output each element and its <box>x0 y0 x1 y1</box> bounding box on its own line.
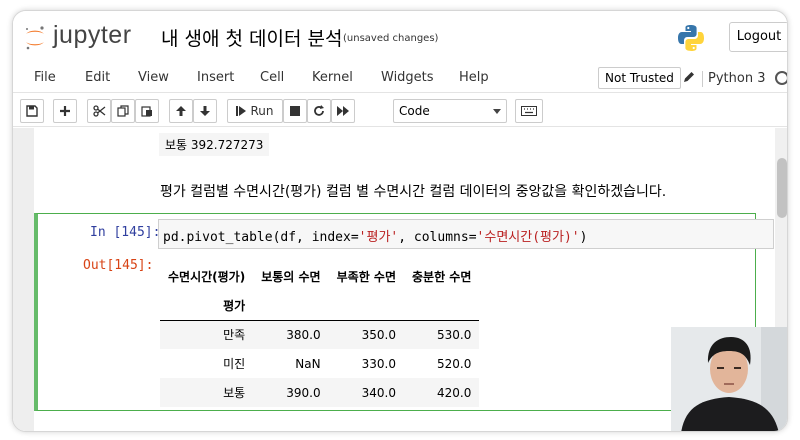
empty-header <box>253 291 329 321</box>
code-string-columns: '수면시간(평가)' <box>476 230 580 245</box>
move-up-button[interactable] <box>169 99 193 123</box>
logout-button[interactable]: Logout <box>729 22 787 52</box>
plus-icon <box>60 106 70 116</box>
column-header: 충분한 수면 <box>412 270 472 284</box>
kernel-status-icon <box>775 71 787 85</box>
menu-widgets[interactable]: Widgets <box>381 70 434 85</box>
notebook-page: 보통 392.727273 평가 컬럼별 수면시간(평가) 컬럼 별 수면시간 … <box>34 128 775 431</box>
save-status: (unsaved changes) <box>343 33 439 44</box>
code-editor[interactable]: pd.pivot_table(df, index='평가', columns='… <box>158 219 774 249</box>
arrow-down-icon <box>200 106 210 116</box>
menu-insert[interactable]: Insert <box>197 70 234 85</box>
not-trusted-button[interactable]: Not Trusted <box>598 67 681 89</box>
insert-cell-button[interactable] <box>53 99 77 123</box>
cell-type-select[interactable]: Code <box>393 99 507 123</box>
fast-forward-icon <box>337 106 349 116</box>
previous-output: 보통 392.727273 <box>159 133 270 156</box>
run-label: Run <box>250 104 274 118</box>
code-cell[interactable]: In [145]: pd.pivot_table(df, index='평가',… <box>34 213 774 411</box>
table-cell: 390.0 <box>286 385 321 400</box>
presenter-avatar <box>671 327 787 431</box>
pencil-icon[interactable] <box>682 70 696 84</box>
table-cell: 350.0 <box>361 327 396 342</box>
empty-header <box>328 291 404 321</box>
table-cell: 520.0 <box>437 356 472 371</box>
menubar: File Edit View Insert Cell Kernel Widget… <box>13 63 787 93</box>
restart-run-all-button[interactable] <box>331 99 355 123</box>
redo-icon <box>314 105 324 116</box>
index-name-header: 평가 <box>160 291 254 321</box>
table-cell: 330.0 <box>361 356 396 371</box>
table-cell: 340.0 <box>361 385 396 400</box>
table-cell: 420.0 <box>437 385 472 400</box>
command-palette-button[interactable] <box>515 99 543 123</box>
markdown-cell-text[interactable]: 평가 컬럼별 수면시간(평가) 컬럼 별 수면시간 컬럼 데이터의 중앙값을 확… <box>160 181 666 201</box>
table-row: 만족 380.0 350.0 530.0 <box>160 320 480 349</box>
output-prompt: Out[145]: <box>83 258 154 273</box>
menu-file[interactable]: File <box>34 70 56 85</box>
menu-kernel[interactable]: Kernel <box>312 70 353 85</box>
code-string-index: '평가' <box>358 230 399 245</box>
column-header: 보통의 수면 <box>261 270 321 284</box>
menu-view[interactable]: View <box>138 70 169 85</box>
cut-button[interactable] <box>87 99 111 123</box>
empty-header <box>404 291 480 321</box>
scissors-icon <box>92 105 105 117</box>
copy-icon <box>117 105 129 117</box>
cell-type-value: Code <box>399 104 430 118</box>
stop-icon <box>290 106 300 116</box>
kernel-indicator: Python 3 <box>701 71 766 87</box>
webcam-overlay <box>671 327 787 431</box>
run-button[interactable]: Run <box>227 99 283 123</box>
restart-button[interactable] <box>307 99 331 123</box>
arrow-up-icon <box>176 106 186 116</box>
copy-button[interactable] <box>111 99 135 123</box>
python-logo-icon <box>678 25 704 51</box>
row-index: 만족 <box>223 328 246 343</box>
menu-edit[interactable]: Edit <box>85 70 110 85</box>
table-row: 보통 390.0 340.0 420.0 <box>160 378 480 407</box>
move-down-button[interactable] <box>193 99 217 123</box>
step-forward-icon <box>236 106 247 116</box>
code-mid: , columns= <box>398 230 477 245</box>
row-index: 미진 <box>223 357 246 371</box>
header: jupyter 내 생애 첫 데이터 분석 (unsaved changes) … <box>13 11 787 63</box>
menu-help[interactable]: Help <box>459 70 489 85</box>
table-cell: NaN <box>295 356 321 371</box>
interrupt-button[interactable] <box>283 99 307 123</box>
scrollbar-thumb[interactable] <box>777 158 787 218</box>
code-suffix: ) <box>579 230 588 245</box>
jupyter-logo-icon[interactable] <box>23 25 47 51</box>
save-button[interactable] <box>20 99 44 123</box>
pivot-table: 수면시간(평가) 보통의 수면 부족한 수면 충분한 수면 평가 만족 380.… <box>160 262 480 407</box>
column-header: 부족한 수면 <box>336 270 396 284</box>
paste-button[interactable] <box>135 99 159 123</box>
notebook-title[interactable]: 내 생애 첫 데이터 분석 <box>161 24 342 51</box>
toolbar: Run Code <box>13 95 787 127</box>
columns-name-header: 수면시간(평가) <box>168 270 246 284</box>
chevron-down-icon <box>493 109 501 114</box>
jupyter-window: jupyter 내 생애 첫 데이터 분석 (unsaved changes) … <box>12 10 788 432</box>
paste-icon <box>141 106 152 117</box>
table-cell: 530.0 <box>437 327 472 342</box>
table-cell: 380.0 <box>286 327 321 342</box>
code-prefix: pd.pivot_table(df, index= <box>163 230 359 245</box>
keyboard-icon <box>521 106 537 116</box>
input-prompt: In [145]: <box>90 225 161 240</box>
table-row: 미진 NaN 330.0 520.0 <box>160 349 479 378</box>
brand-name[interactable]: jupyter <box>53 21 132 50</box>
save-icon <box>26 105 38 117</box>
menu-cell[interactable]: Cell <box>260 70 284 85</box>
row-index: 보통 <box>223 386 246 400</box>
